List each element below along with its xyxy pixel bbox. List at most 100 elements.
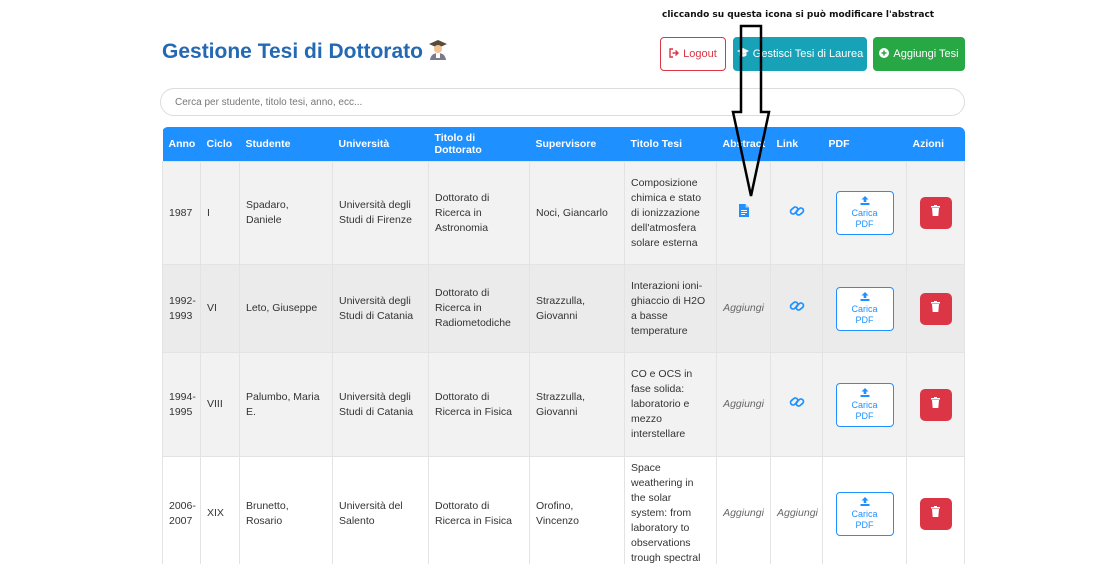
annotation-note: cliccando su questa icona si può modific… xyxy=(662,10,935,20)
upload-icon xyxy=(860,387,870,400)
table-header-row: Anno Ciclo Studente Università Titolo di… xyxy=(162,127,965,162)
upload-label-bottom: PDF xyxy=(855,314,874,325)
trash-icon xyxy=(931,300,940,317)
search-input[interactable] xyxy=(160,88,965,116)
manage-thesis-button[interactable]: Gestisci Tesi di Laurea xyxy=(733,37,867,71)
cell-titolo-tesi: Space weathering in the solar system: fr… xyxy=(624,456,717,564)
column-header-azioni[interactable]: Azioni xyxy=(906,127,965,162)
cell-ciclo: VIII xyxy=(200,352,240,457)
table-row: 1992-1993 VI Leto, Giuseppe Università d… xyxy=(162,264,965,353)
delete-button[interactable] xyxy=(919,292,952,325)
column-header-pdf[interactable]: PDF xyxy=(822,127,907,162)
column-header-titolo-dottorato[interactable]: Titolo di Dottorato xyxy=(428,127,530,162)
logout-label: Logout xyxy=(683,48,717,60)
cell-universita: Università degli Studi di Firenze xyxy=(332,161,429,265)
delete-button[interactable] xyxy=(919,497,952,530)
document-icon[interactable] xyxy=(738,204,749,222)
column-header-supervisore[interactable]: Supervisore xyxy=(529,127,625,162)
cell-titolo-dottorato: Dottorato di Ricerca in Astronomia xyxy=(428,161,530,265)
cell-abstract-add[interactable]: Aggiungi xyxy=(716,456,771,564)
cell-link xyxy=(770,352,823,457)
column-header-link[interactable]: Link xyxy=(770,127,823,162)
cell-anno: 1994-1995 xyxy=(162,352,201,457)
cell-supervisore: Strazzulla, Giovanni xyxy=(529,352,625,457)
delete-button[interactable] xyxy=(919,197,952,229)
trash-icon xyxy=(931,396,940,413)
cell-link xyxy=(770,264,823,353)
table-row: 2006-2007 XIX Brunetto, Rosario Universi… xyxy=(162,456,965,564)
upload-label-bottom: PDF xyxy=(855,410,874,421)
upload-label-top: Carica xyxy=(851,208,878,218)
column-header-abstract[interactable]: Abstract xyxy=(716,127,771,162)
upload-pdf-button[interactable]: Carica PDF xyxy=(835,382,894,427)
cell-studente: Brunetto, Rosario xyxy=(239,456,333,564)
graduate-icon xyxy=(428,40,447,66)
table-row: 1994-1995 VIII Palumbo, Maria E. Univers… xyxy=(162,352,965,457)
cell-studente: Leto, Giuseppe xyxy=(239,264,333,353)
upload-label-top: Carica xyxy=(851,508,878,519)
upload-icon xyxy=(860,291,870,304)
thesis-table-container: Anno Ciclo Studente Università Titolo di… xyxy=(162,127,965,564)
cell-link xyxy=(770,161,823,265)
logout-button[interactable]: Logout xyxy=(660,37,726,71)
cell-universita: Università degli Studi di Catania xyxy=(332,264,429,353)
column-header-studente[interactable]: Studente xyxy=(239,127,333,162)
trash-icon xyxy=(931,505,940,522)
logout-icon xyxy=(669,47,680,61)
cell-anno: 1987 xyxy=(162,161,201,265)
upload-label-top: Carica xyxy=(851,303,878,314)
page-title-text: Gestione Tesi di Dottorato xyxy=(162,40,423,63)
cell-pdf: Carica PDF xyxy=(822,456,907,564)
cell-titolo-tesi: CO e OCS in fase solida: laboratorio e m… xyxy=(624,352,717,457)
cell-supervisore: Noci, Giancarlo xyxy=(529,161,625,265)
cell-anno: 2006-2007 xyxy=(162,456,201,564)
cell-azioni xyxy=(906,456,965,564)
cell-studente: Spadaro, Daniele xyxy=(239,161,333,265)
cell-pdf: Carica PDF xyxy=(822,352,907,457)
cell-universita: Università degli Studi di Catania xyxy=(332,352,429,457)
trash-icon xyxy=(931,205,940,221)
link-icon[interactable] xyxy=(789,395,805,414)
graduation-cap-icon xyxy=(736,47,749,61)
column-header-anno[interactable]: Anno xyxy=(162,127,201,162)
cell-azioni xyxy=(906,352,965,457)
thesis-table: Anno Ciclo Studente Università Titolo di… xyxy=(162,127,965,564)
upload-label-top: Carica xyxy=(851,399,878,410)
cell-supervisore: Strazzulla, Giovanni xyxy=(529,264,625,353)
add-thesis-button[interactable]: Aggiungi Tesi xyxy=(873,37,965,71)
cell-titolo-dottorato: Dottorato di Ricerca in Radiometodiche xyxy=(428,264,530,353)
cell-azioni xyxy=(906,161,965,265)
upload-label-bottom: PDF xyxy=(855,219,874,229)
column-header-titolo-tesi[interactable]: Titolo Tesi xyxy=(624,127,717,162)
link-icon[interactable] xyxy=(789,204,805,223)
cell-titolo-tesi: Interazioni ioni-ghiaccio di H2O a basse… xyxy=(624,264,717,353)
cell-pdf: Carica PDF xyxy=(822,264,907,353)
cell-studente: Palumbo, Maria E. xyxy=(239,352,333,457)
cell-link-add[interactable]: Aggiungi xyxy=(770,456,823,564)
upload-pdf-button[interactable]: Carica PDF xyxy=(835,286,894,331)
upload-pdf-button[interactable]: Carica PDF xyxy=(835,491,894,536)
cell-anno: 1992-1993 xyxy=(162,264,201,353)
cell-abstract-add[interactable]: Aggiungi xyxy=(716,352,771,457)
upload-label-bottom: PDF xyxy=(855,519,874,530)
upload-pdf-button[interactable]: Carica PDF xyxy=(835,191,894,235)
cell-azioni xyxy=(906,264,965,353)
cell-ciclo: I xyxy=(200,161,240,265)
page-title: Gestione Tesi di Dottorato xyxy=(162,40,447,66)
cell-abstract xyxy=(716,161,771,265)
manage-label: Gestisci Tesi di Laurea xyxy=(752,48,864,60)
link-icon[interactable] xyxy=(789,299,805,318)
cell-titolo-tesi: Composizione chimica e stato di ionizzaz… xyxy=(624,161,717,265)
cell-abstract-add[interactable]: Aggiungi xyxy=(716,264,771,353)
upload-icon xyxy=(860,196,870,208)
column-header-ciclo[interactable]: Ciclo xyxy=(200,127,240,162)
cell-titolo-dottorato: Dottorato di Ricerca in Fisica xyxy=(428,352,530,457)
cell-pdf: Carica PDF xyxy=(822,161,907,265)
column-header-universita[interactable]: Università xyxy=(332,127,429,162)
plus-circle-icon xyxy=(879,47,890,61)
cell-universita: Università del Salento xyxy=(332,456,429,564)
delete-button[interactable] xyxy=(919,388,952,421)
cell-titolo-dottorato: Dottorato di Ricerca in Fisica xyxy=(428,456,530,564)
add-label: Aggiungi Tesi xyxy=(893,48,959,60)
cell-ciclo: VI xyxy=(200,264,240,353)
